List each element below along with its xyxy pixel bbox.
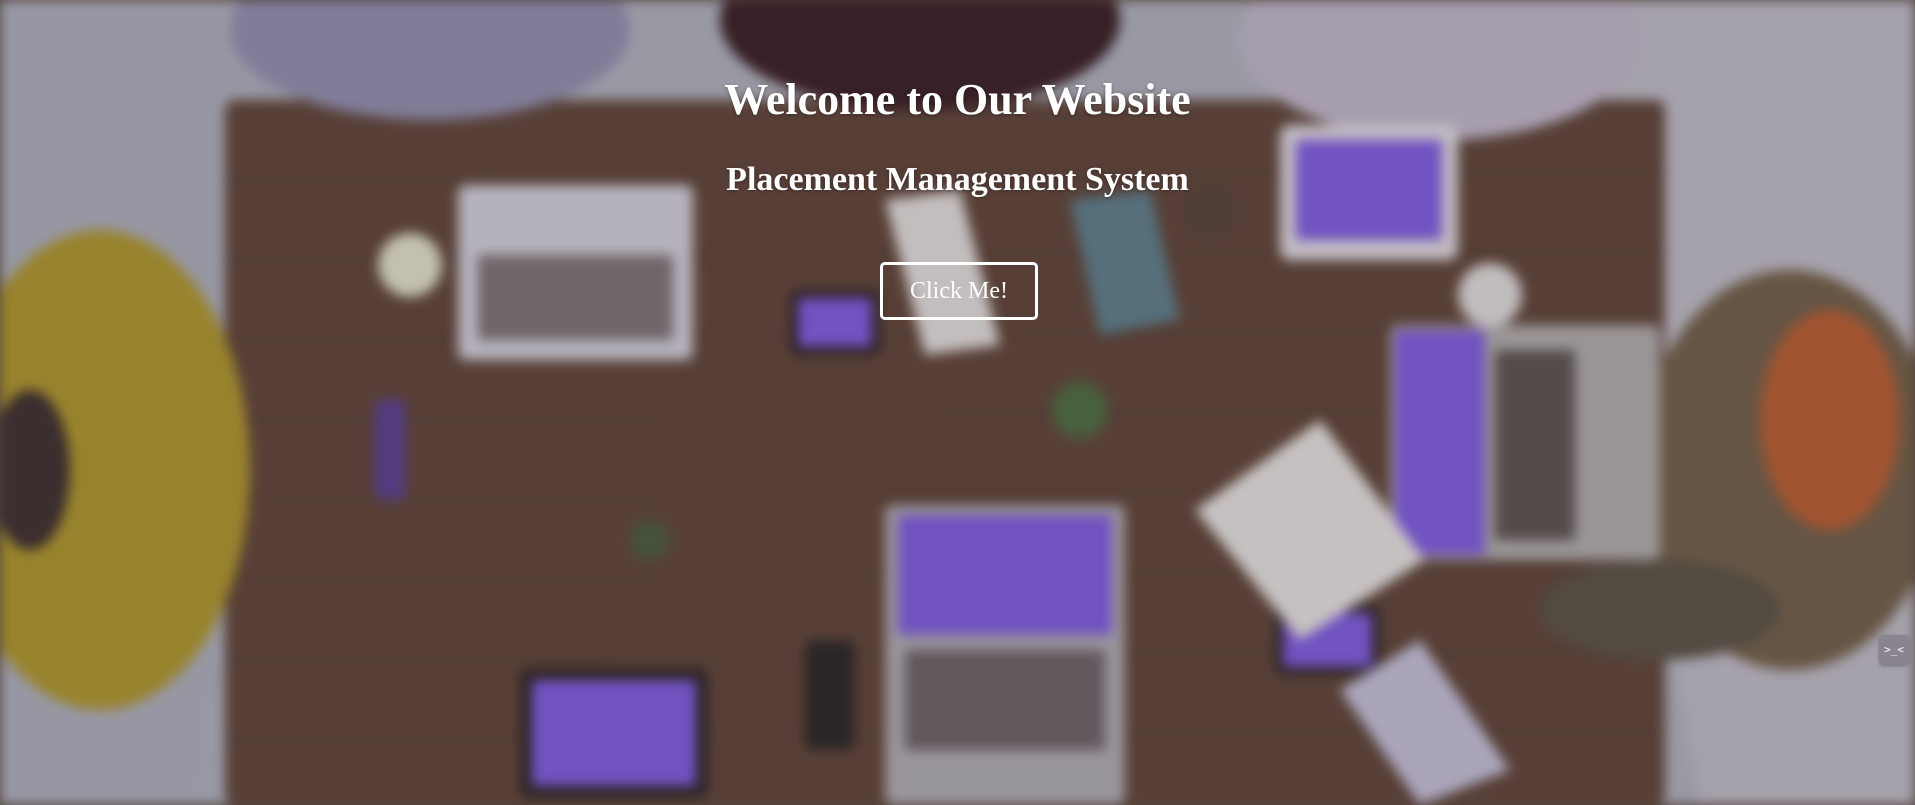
hero-subtitle: Placement Management System: [726, 161, 1189, 198]
click-me-button[interactable]: Click Me!: [880, 262, 1038, 320]
collapse-code-icon[interactable]: >_<: [1879, 635, 1909, 665]
hero-title: Welcome to Our Website: [724, 75, 1191, 124]
side-widget-glyph: >_<: [1884, 643, 1904, 656]
hero-section: Welcome to Our Website Placement Managem…: [0, 0, 1915, 805]
